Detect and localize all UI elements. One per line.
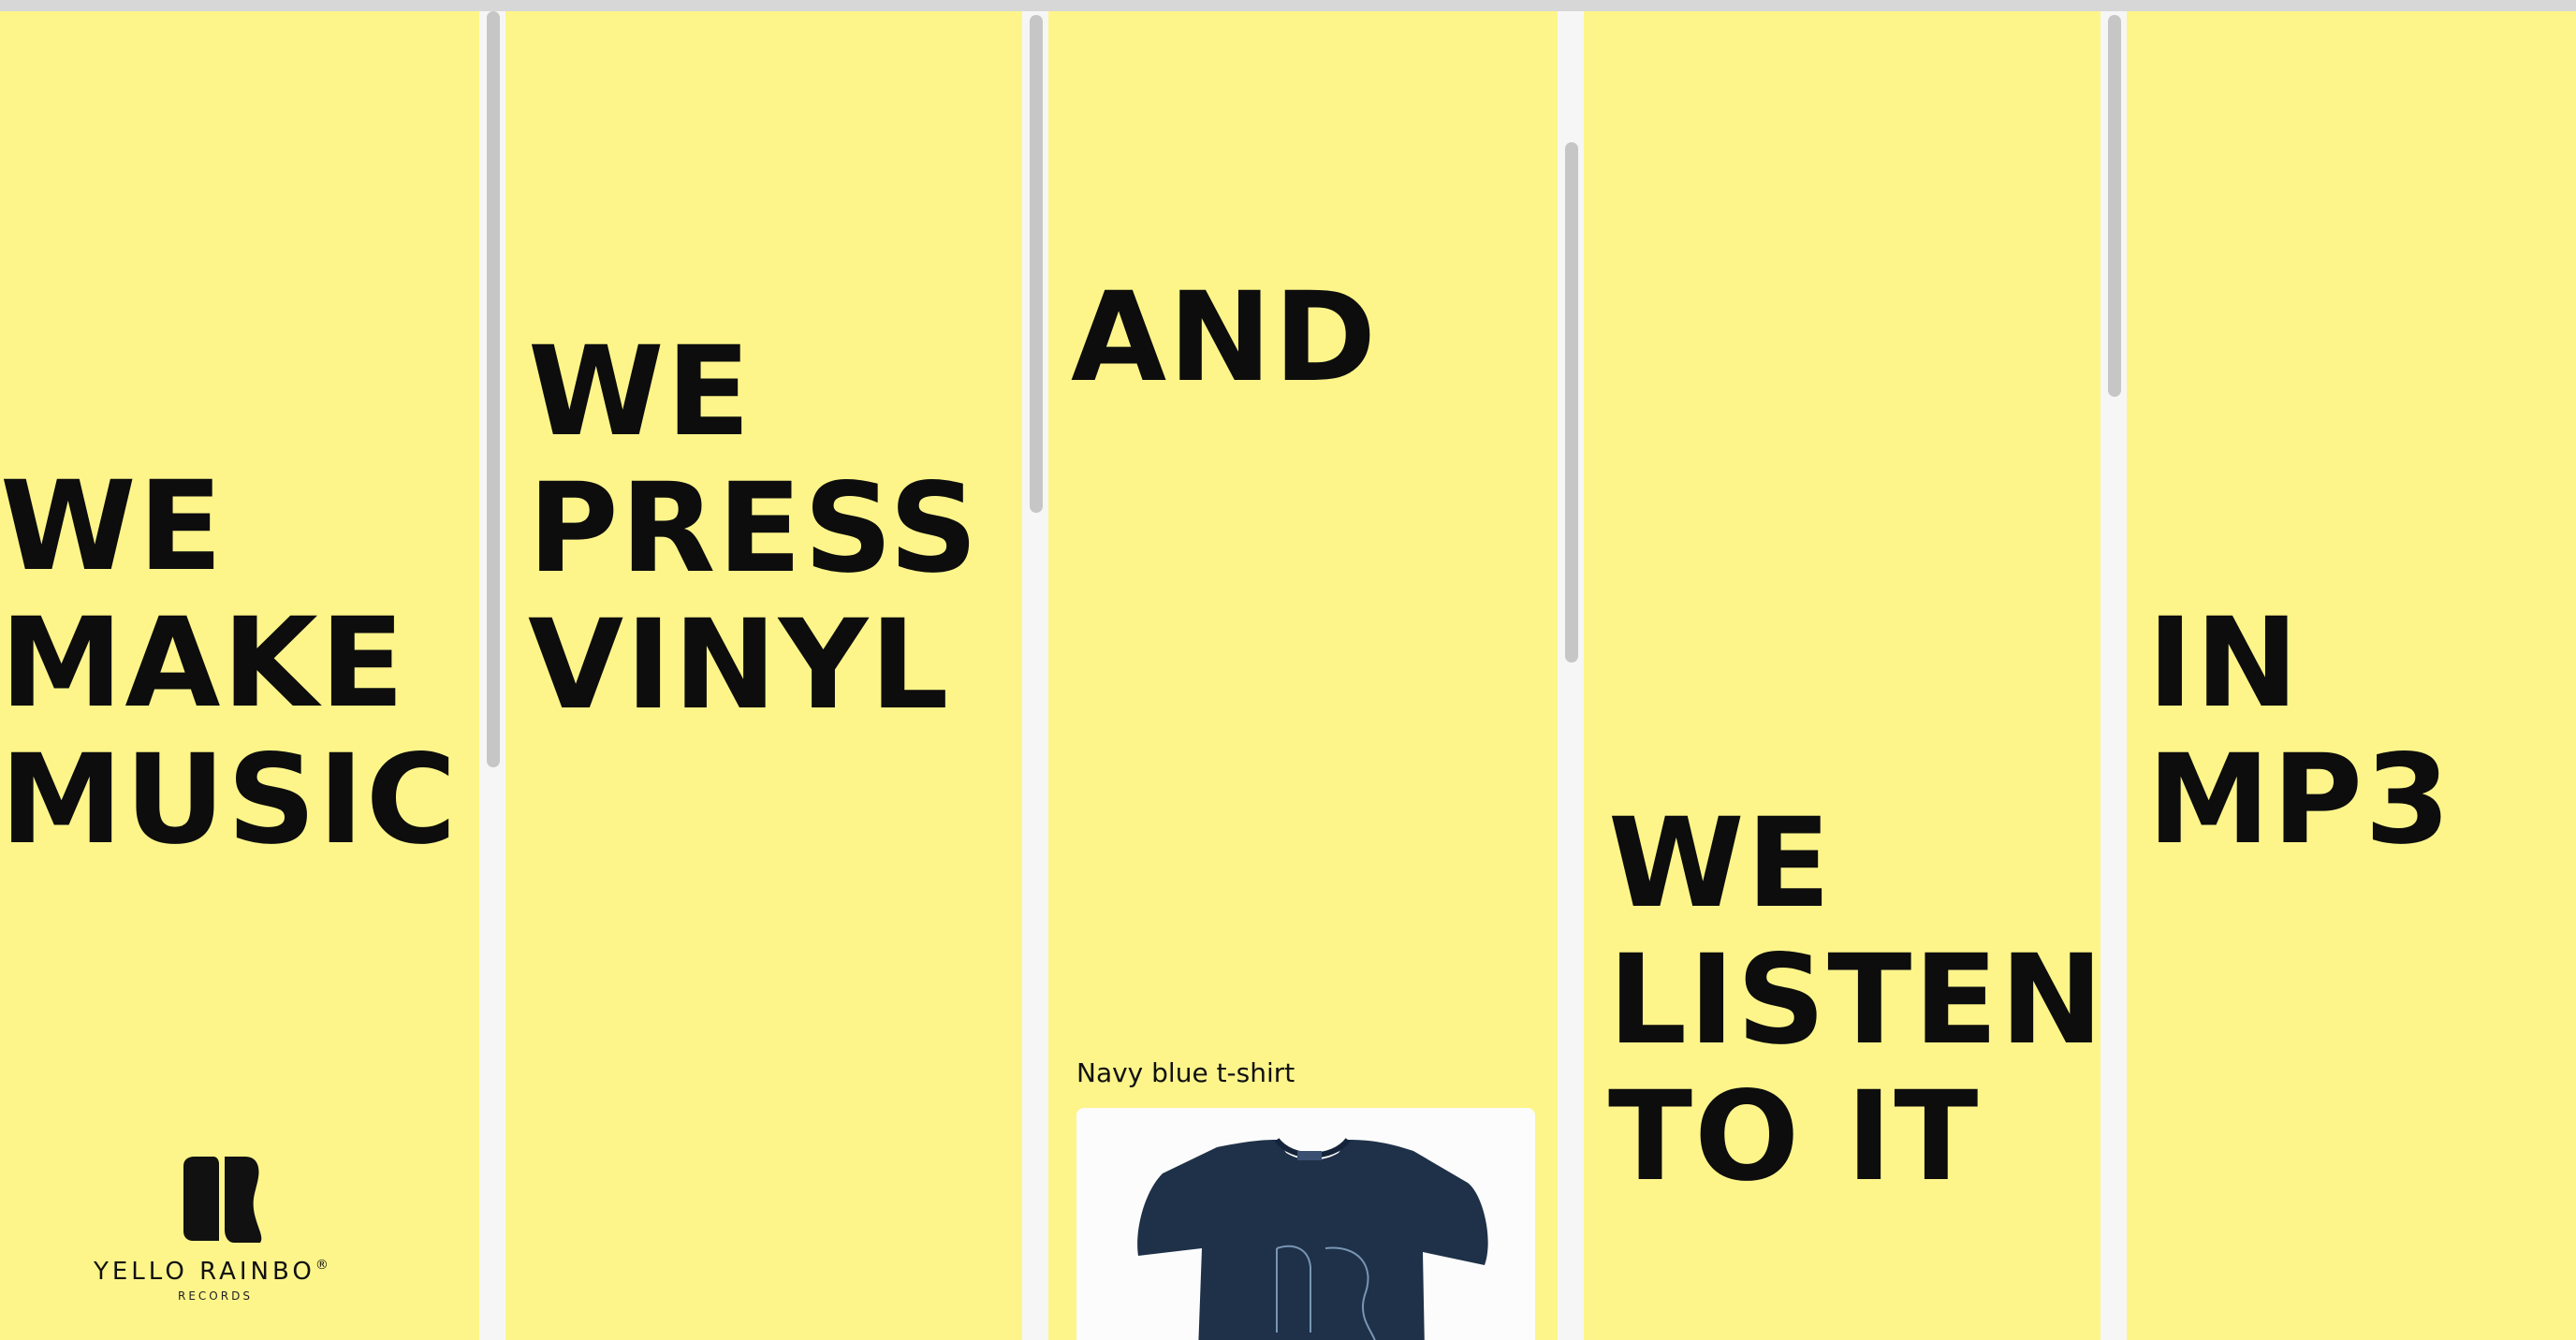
registered-mark: ® <box>315 1258 329 1273</box>
heading-line: TO IT <box>1608 1065 1981 1209</box>
panel-in-mp3: IN MP3 <box>2127 11 2576 1340</box>
heading-line: WE <box>0 455 225 599</box>
heading-line: VINYL <box>528 593 951 737</box>
heading-line: WE <box>1608 792 1833 936</box>
panel-3-heading: AND <box>1071 269 1378 406</box>
panel-1-scrollbar[interactable] <box>479 11 505 1340</box>
panel-5-heading: IN MP3 <box>2147 595 2452 868</box>
panel-2-scrollbar-thumb[interactable] <box>1030 15 1043 513</box>
heading-line: AND <box>1071 266 1379 410</box>
panel-2-scrollbar[interactable] <box>1022 11 1048 1340</box>
heading-line: WE <box>528 320 753 464</box>
tshirt-image-icon <box>1137 1138 1488 1340</box>
yello-rainbo-logo[interactable]: YELLO RAINBO® RECORDS <box>84 1157 365 1306</box>
logo-name-text: YELLO RAINBO <box>94 1258 315 1286</box>
panel-4-scrollbar-thumb[interactable] <box>2108 15 2121 397</box>
heading-line: MP3 <box>2147 728 2452 872</box>
panel-we-listen-to-it: WE LISTEN TO IT <box>1584 11 2100 1340</box>
panel-1-scrollbar-thumb[interactable] <box>487 11 500 767</box>
product-label[interactable]: Navy blue t-shirt <box>1076 1057 1295 1088</box>
panel-3-scrollbar-thumb[interactable] <box>1565 142 1578 663</box>
panel-4-scrollbar[interactable] <box>2100 11 2127 1340</box>
panel-4-heading: WE LISTEN TO IT <box>1608 795 2100 1205</box>
yello-rainbo-logo-mark-icon <box>183 1157 262 1243</box>
panel-we-make-music: WE MAKE MUSIC YELLO RAINBO® RECORDS <box>0 11 479 1340</box>
panel-and: AND Navy blue t-shirt <box>1048 11 1558 1340</box>
logo-name: YELLO RAINBO® <box>94 1258 374 1286</box>
panel-3-scrollbar[interactable] <box>1558 11 1584 1340</box>
panel-2-heading: WE PRESS VINYL <box>528 324 980 734</box>
heading-line: PRESS <box>528 457 980 601</box>
heading-line: MAKE <box>0 591 406 736</box>
product-card[interactable] <box>1076 1108 1535 1340</box>
heading-line: IN <box>2147 591 2301 736</box>
panel-we-press-vinyl: WE PRESS VINYL <box>505 11 1022 1340</box>
logo-subtitle: RECORDS <box>178 1289 253 1303</box>
heading-line: MUSIC <box>0 728 459 872</box>
panel-1-heading: WE MAKE MUSIC <box>0 459 459 868</box>
heading-line: LISTEN <box>1608 928 2100 1072</box>
